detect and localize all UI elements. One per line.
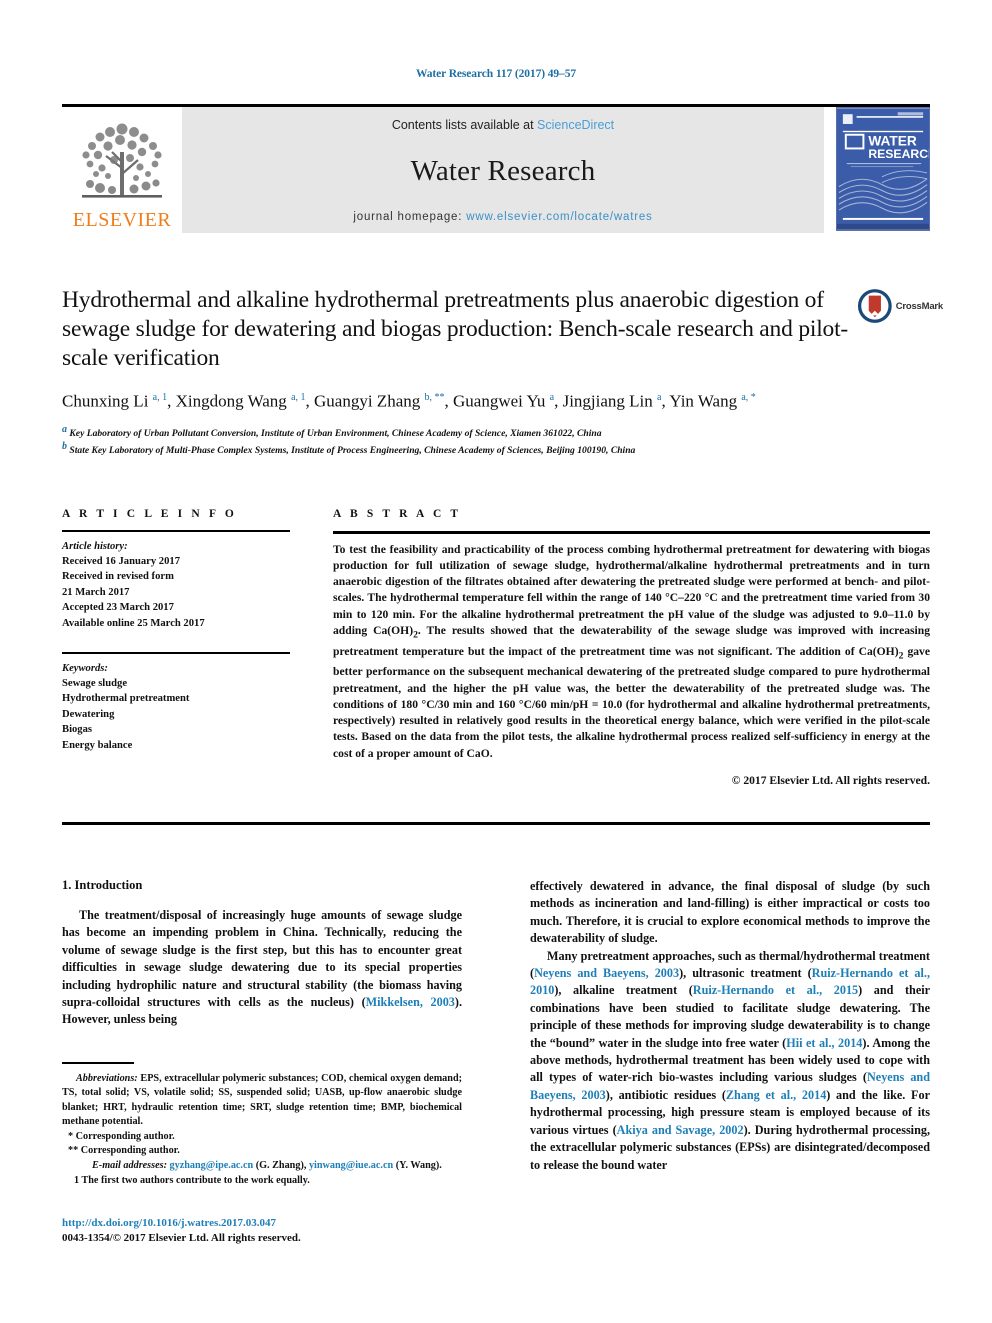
article-first-page: Water Research 117 (2017) 49–57 ELSEVIER…: [0, 0, 992, 1323]
abstract-heading: A B S T R A C T: [333, 508, 462, 520]
journal-cover-container: WATER RESEARCH: [824, 107, 930, 233]
crossmark-icon: [857, 289, 892, 323]
article-history-label: Article history:: [62, 541, 128, 552]
keyword-item: Dewatering: [62, 708, 115, 720]
body-right-column: effectively dewatered in advance, the fi…: [530, 878, 930, 1174]
journal-cover-image: WATER RESEARCH: [836, 107, 930, 231]
crossmark-badge[interactable]: CrossMark: [857, 285, 943, 327]
article-info-rule: [62, 530, 290, 532]
page-title: Hydrothermal and alkaline hydrothermal p…: [62, 287, 849, 371]
sciencedirect-link[interactable]: ScienceDirect: [537, 118, 614, 132]
equal-contribution-note: 1 The first two authors contribute to th…: [74, 1174, 310, 1186]
abstract-column: A B S T R A C T To test the feasibility …: [333, 508, 930, 787]
history-item: Available online 25 March 2017: [62, 617, 205, 629]
svg-text:RESEARCH: RESEARCH: [868, 147, 930, 161]
journal-title: Water Research: [410, 155, 596, 187]
affiliation-a: a Key Laboratory of Urban Pollutant Conv…: [62, 423, 602, 439]
crossmark-label: CrossMark: [895, 300, 944, 312]
history-item: Received in revised form: [62, 571, 174, 583]
section-heading-introduction: 1. Introduction: [62, 878, 143, 892]
body-separator-rule: [62, 822, 930, 825]
elsevier-wordmark: ELSEVIER: [72, 209, 172, 231]
contents-prefix-text: Contents lists available at: [391, 118, 538, 132]
keywords-label: Keywords:: [62, 663, 108, 675]
article-info-column: A R T I C L E I N F O Article history: R…: [62, 508, 290, 753]
body-paragraph: effectively dewatered in advance, the fi…: [530, 879, 930, 946]
elsevier-tree-icon: [82, 123, 162, 198]
elsevier-logo: ELSEVIER: [62, 107, 182, 233]
affiliation-list: a Key Laboratory of Urban Pollutant Conv…: [62, 423, 852, 458]
abbreviations-note: Abbreviations: EPS, extracellular polyme…: [62, 1072, 462, 1128]
keyword-item: Biogas: [62, 724, 93, 736]
history-item: 21 March 2017: [62, 586, 130, 598]
footnote-block: Abbreviations: EPS, extracellular polyme…: [62, 1062, 462, 1188]
corresponding-author-note: * Corresponding author.: [68, 1130, 175, 1142]
affiliation-a-text: Key Laboratory of Urban Pollutant Conver…: [69, 427, 602, 439]
body-paragraph: The treatment/disposal of increasingly h…: [62, 908, 462, 1027]
keyword-item: Hydrothermal pretreatment: [62, 693, 190, 705]
doi-block: http://dx.doi.org/10.1016/j.watres.2017.…: [62, 1216, 482, 1246]
affiliation-b-text: State Key Laboratory of Multi-Phase Comp…: [69, 445, 636, 457]
doi-link[interactable]: http://dx.doi.org/10.1016/j.watres.2017.…: [62, 1216, 482, 1231]
keywords-rule: [62, 652, 290, 655]
abstract-text: To test the feasibility and practicabili…: [333, 542, 930, 760]
history-item: Received 16 January 2017: [62, 556, 180, 567]
keyword-item: Sewage sludge: [62, 678, 128, 690]
history-item: Accepted 23 March 2017: [62, 602, 174, 614]
body-paragraph: Many pretreatment approaches, such as th…: [530, 948, 931, 1172]
article-info-heading: A R T I C L E I N F O: [62, 508, 237, 520]
issn-copyright-line: 0043-1354/© 2017 Elsevier Ltd. All right…: [62, 1232, 301, 1244]
title-block: Hydrothermal and alkaline hydrothermal p…: [62, 286, 852, 458]
journal-homepage-link[interactable]: www.elsevier.com/locate/watres: [466, 211, 652, 223]
corresponding-author-note-2: ** Corresponding author.: [68, 1145, 180, 1157]
journal-homepage-line: journal homepage: www.elsevier.com/locat…: [353, 211, 652, 223]
abstract-copyright: © 2017 Elsevier Ltd. All rights reserved…: [731, 773, 930, 787]
body-left-column: 1. Introduction The treatment/disposal o…: [62, 878, 462, 1029]
keyword-item: Energy balance: [62, 739, 133, 751]
affiliation-b: b State Key Laboratory of Multi-Phase Co…: [62, 441, 636, 457]
author-list: Chunxing Li a, 1, Xingdong Wang a, 1, Gu…: [62, 391, 756, 411]
contents-available-line: Contents lists available at ScienceDirec…: [392, 118, 614, 132]
journal-masthead: ELSEVIER Contents lists available at Sci…: [62, 104, 930, 233]
running-head: Water Research 117 (2017) 49–57: [415, 68, 576, 80]
contents-band: Contents lists available at ScienceDirec…: [182, 107, 824, 233]
footnote-rule: [62, 1062, 134, 1064]
abstract-rule: [333, 531, 930, 534]
homepage-prefix-text: journal homepage:: [353, 211, 467, 223]
email-addresses-note: E-mail addresses: gyzhang@ipe.ac.cn (G. …: [92, 1160, 442, 1172]
